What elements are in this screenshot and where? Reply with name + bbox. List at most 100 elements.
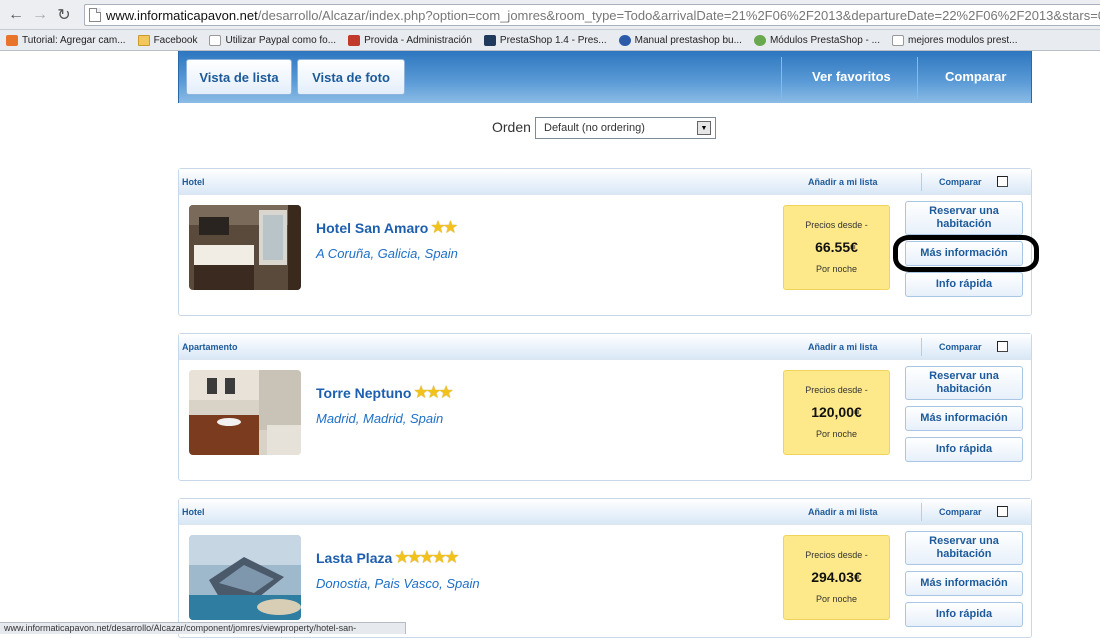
add-to-list-link[interactable]: Añadir a mi lista bbox=[808, 177, 878, 187]
add-to-list-link[interactable]: Añadir a mi lista bbox=[808, 342, 878, 352]
price-from-label: Precios desde - bbox=[805, 220, 868, 230]
property-location: Donostia, Pais Vasco, Spain bbox=[316, 576, 480, 591]
property-location: Madrid, Madrid, Spain bbox=[316, 411, 444, 426]
bookmark-item[interactable]: Facebook bbox=[137, 34, 197, 46]
location-region-link[interactable]: Galicia bbox=[378, 246, 418, 261]
book-room-button[interactable]: Reservar una habitación bbox=[905, 201, 1023, 235]
list-view-button[interactable]: Vista de lista bbox=[186, 59, 292, 95]
star-icon: ★ bbox=[414, 384, 428, 401]
xampp-icon bbox=[6, 34, 18, 46]
more-info-button[interactable]: Más información bbox=[905, 406, 1023, 431]
star-icon: ★ bbox=[431, 219, 445, 236]
book-room-button[interactable]: Reservar una habitación bbox=[905, 366, 1023, 400]
quick-info-button[interactable]: Info rápida bbox=[905, 602, 1023, 627]
folder-icon bbox=[137, 34, 150, 46]
compare-link[interactable]: Comparar bbox=[945, 69, 1006, 84]
bookmark-item[interactable]: Módulos PrestaShop - ... bbox=[753, 34, 880, 46]
price-box: Precios desde - 120,00€ Por noche bbox=[783, 370, 890, 455]
order-label: Orden bbox=[492, 119, 531, 135]
header-divider bbox=[921, 503, 922, 521]
property-photo[interactable] bbox=[189, 370, 301, 455]
page-icon bbox=[892, 34, 904, 46]
property-location: A Coruña, Galicia, Spain bbox=[316, 246, 458, 261]
property-type: Hotel bbox=[182, 507, 205, 517]
star-icon: ★ bbox=[420, 549, 434, 566]
bookmark-item[interactable]: Utilizar Paypal como fo... bbox=[209, 34, 336, 46]
card-header: Hotel Añadir a mi lista Comparar bbox=[179, 169, 1031, 195]
property-type: Hotel bbox=[182, 177, 205, 187]
price-box: Precios desde - 66.55€ Por noche bbox=[783, 205, 890, 290]
bookmark-item[interactable]: Tutorial: Agregar cam... bbox=[6, 34, 126, 46]
photo-view-button[interactable]: Vista de foto bbox=[297, 59, 405, 95]
star-icon: ★ bbox=[445, 549, 459, 566]
property-photo[interactable] bbox=[189, 535, 301, 620]
property-card: Hotel Añadir a mi lista Comparar Lasta P… bbox=[178, 498, 1032, 638]
manual-icon bbox=[618, 34, 631, 46]
bookmark-item[interactable]: PrestaShop 1.4 - Pres... bbox=[483, 34, 607, 46]
star-rating: ★ ★ ★ bbox=[414, 384, 453, 401]
location-city-link[interactable]: Madrid bbox=[316, 411, 356, 426]
property-name[interactable]: Lasta Plaza ★ ★ ★ ★ ★ bbox=[316, 549, 459, 566]
location-region-link[interactable]: Pais Vasco bbox=[375, 576, 440, 591]
reload-icon[interactable]: ↻ bbox=[54, 5, 74, 25]
compare-label: Comparar bbox=[939, 177, 982, 187]
compare-checkbox[interactable] bbox=[997, 176, 1008, 187]
star-icon: ★ bbox=[439, 384, 453, 401]
order-select[interactable]: Default (no ordering) ▼ bbox=[535, 117, 716, 139]
address-bar[interactable]: www.informaticapavon.net/desarrollo/Alca… bbox=[84, 4, 1100, 26]
location-country-link[interactable]: Spain bbox=[410, 411, 443, 426]
star-rating: ★ ★ bbox=[431, 219, 457, 236]
more-info-button[interactable]: Más información bbox=[905, 571, 1023, 596]
location-city-link[interactable]: Donostia bbox=[316, 576, 367, 591]
property-type: Apartamento bbox=[182, 342, 238, 352]
order-selected-value: Default (no ordering) bbox=[544, 122, 645, 134]
back-arrow-icon[interactable]: ← bbox=[6, 5, 26, 25]
per-night-label: Por noche bbox=[815, 264, 858, 274]
page-icon bbox=[89, 8, 101, 22]
compare-label: Comparar bbox=[939, 507, 982, 517]
bookmark-item[interactable]: Provida - Administración bbox=[348, 34, 472, 46]
favorites-link[interactable]: Ver favoritos bbox=[812, 69, 891, 84]
star-icon: ★ bbox=[395, 549, 409, 566]
card-header: Hotel Añadir a mi lista Comparar bbox=[179, 499, 1031, 525]
add-to-list-link[interactable]: Añadir a mi lista bbox=[808, 507, 878, 517]
star-rating: ★ ★ ★ ★ ★ bbox=[395, 549, 459, 566]
more-info-button[interactable]: Más información bbox=[905, 241, 1023, 266]
status-bar: www.informaticapavon.net/desarrollo/Alca… bbox=[0, 622, 406, 634]
card-header: Apartamento Añadir a mi lista Comparar bbox=[179, 334, 1031, 360]
property-name[interactable]: Torre Neptuno ★ ★ ★ bbox=[316, 384, 453, 401]
book-room-button[interactable]: Reservar una habitación bbox=[905, 531, 1023, 565]
location-region-link[interactable]: Madrid bbox=[363, 411, 403, 426]
prestashop-icon bbox=[483, 34, 496, 46]
location-country-link[interactable]: Spain bbox=[425, 246, 458, 261]
view-nav-bar: Vista de lista Vista de foto Ver favorit… bbox=[178, 51, 1032, 103]
bookmark-item[interactable]: Manual prestashop bu... bbox=[618, 34, 742, 46]
property-card: Hotel Añadir a mi lista Comparar Hotel S… bbox=[178, 168, 1039, 316]
per-night-label: Por noche bbox=[815, 594, 858, 604]
per-night-label: Por noche bbox=[815, 429, 858, 439]
property-photo[interactable] bbox=[189, 205, 301, 290]
header-divider bbox=[921, 338, 922, 356]
location-country-link[interactable]: Spain bbox=[446, 576, 479, 591]
bookmark-item[interactable]: mejores modulos prest... bbox=[892, 34, 1018, 46]
location-city-link[interactable]: A Coruña bbox=[316, 246, 370, 261]
quick-info-button[interactable]: Info rápida bbox=[905, 272, 1023, 297]
price-from-label: Precios desde - bbox=[805, 550, 868, 560]
nav-divider bbox=[917, 57, 918, 99]
price-from-label: Precios desde - bbox=[805, 385, 868, 395]
dropdown-arrow-icon[interactable]: ▼ bbox=[697, 121, 711, 135]
price-amount: 66.55€ bbox=[815, 239, 858, 255]
compare-label: Comparar bbox=[939, 342, 982, 352]
forward-arrow-icon[interactable]: → bbox=[30, 5, 50, 25]
quick-info-button[interactable]: Info rápida bbox=[905, 437, 1023, 462]
compare-checkbox[interactable] bbox=[997, 341, 1008, 352]
nav-divider bbox=[781, 57, 782, 99]
modulos-icon bbox=[753, 34, 766, 46]
property-name[interactable]: Hotel San Amaro ★ ★ bbox=[316, 219, 457, 236]
url-path: /desarrollo/Alcazar/index.php?option=com… bbox=[257, 7, 1100, 23]
compare-checkbox[interactable] bbox=[997, 506, 1008, 517]
url-host: www.informaticapavon.net bbox=[106, 7, 258, 23]
price-amount: 294.03€ bbox=[811, 569, 862, 585]
price-amount: 120,00€ bbox=[811, 404, 862, 420]
provida-icon bbox=[348, 34, 361, 46]
